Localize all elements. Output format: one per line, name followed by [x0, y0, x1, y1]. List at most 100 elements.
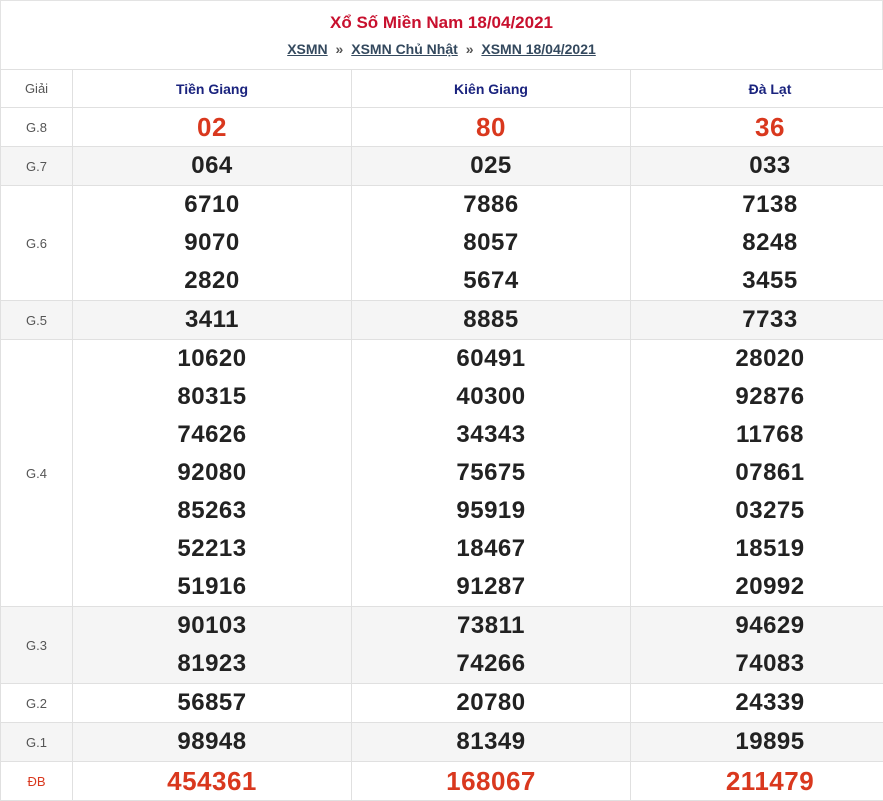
lottery-number: 60491	[456, 345, 526, 372]
lottery-number: 40300	[456, 383, 526, 410]
prize-label: G.1	[0, 722, 73, 762]
lottery-number: 91287	[456, 573, 526, 600]
breadcrumb-separator: »	[335, 41, 344, 57]
lottery-number: 033	[749, 152, 791, 179]
table-row: G.4 10620 80315 74626 92080 85263 52213 51916 60…	[0, 339, 883, 607]
results-page: Xổ Số Miền Nam 18/04/2021 XSMN » XSMN Ch…	[0, 0, 883, 801]
breadcrumb-xsmn-sunday-link[interactable]: XSMN Chủ Nhật	[351, 41, 458, 57]
result-cell-tien-giang: 10620 80315 74626 92080 85263 52213 51916	[72, 339, 352, 607]
result-cell-tien-giang: 98948	[72, 722, 352, 762]
lottery-number: 80315	[177, 383, 247, 410]
breadcrumb-xsmn-link[interactable]: XSMN	[287, 41, 327, 57]
results-table: Giải Tiền Giang Kiên Giang Đà Lạt G.8 02 8…	[0, 69, 883, 801]
prize-label: G.7	[0, 146, 73, 186]
lottery-number: 3455	[742, 267, 798, 294]
prize-label: ĐB	[0, 761, 73, 801]
table-row: G.6 6710 9070 2820 7886 8057 5674 7138 8248 3455	[0, 185, 883, 301]
result-cell-kien-giang: 60491 40300 34343 75675 95919 18467 91287	[351, 339, 631, 607]
breadcrumb: XSMN » XSMN Chủ Nhật » XSMN 18/04/2021	[1, 40, 882, 58]
result-cell-tien-giang: 90103 81923	[72, 606, 352, 684]
lottery-number: 98948	[177, 728, 247, 755]
lottery-number: 8248	[742, 229, 798, 256]
result-cell-da-lat: 24339	[630, 683, 883, 723]
table-row: G.5 3411 8885 7733	[0, 300, 883, 340]
result-cell-kien-giang: 8885	[351, 300, 631, 340]
result-cell-kien-giang: 81349	[351, 722, 631, 762]
table-row: G.2 56857 20780 24339	[0, 683, 883, 723]
province-header-kien-giang[interactable]: Kiên Giang	[351, 69, 631, 108]
lottery-number: 8885	[463, 306, 519, 333]
table-row: ĐB 454361 168067 211479	[0, 761, 883, 801]
result-cell-kien-giang: 025	[351, 146, 631, 186]
result-cell-da-lat: 211479	[630, 761, 883, 801]
lottery-number: 95919	[456, 497, 526, 524]
lottery-number: 81349	[456, 728, 526, 755]
result-cell-kien-giang: 73811 74266	[351, 606, 631, 684]
table-row: G.3 90103 81923 73811 74266 94629 74083	[0, 606, 883, 684]
lottery-number: 11768	[736, 421, 804, 448]
result-cell-kien-giang: 80	[351, 107, 631, 147]
result-cell-tien-giang: 454361	[72, 761, 352, 801]
table-header-row: Giải Tiền Giang Kiên Giang Đà Lạt	[0, 69, 883, 108]
lottery-number: 74083	[735, 650, 805, 677]
lottery-number: 168067	[446, 766, 536, 796]
lottery-number: 73811	[457, 612, 525, 639]
lottery-number: 36	[755, 112, 785, 142]
lottery-number: 7886	[463, 191, 519, 218]
lottery-number: 85263	[177, 497, 247, 524]
lottery-number: 24339	[735, 689, 805, 716]
result-cell-tien-giang: 56857	[72, 683, 352, 723]
result-cell-da-lat: 19895	[630, 722, 883, 762]
lottery-number: 74266	[456, 650, 526, 677]
table-row: G.7 064 025 033	[0, 146, 883, 186]
breadcrumb-separator: »	[465, 41, 474, 57]
result-cell-da-lat: 94629 74083	[630, 606, 883, 684]
prize-label: G.4	[0, 339, 73, 607]
lottery-number: 18519	[735, 535, 805, 562]
page-title: Xổ Số Miền Nam 18/04/2021	[330, 13, 553, 32]
result-cell-da-lat: 36	[630, 107, 883, 147]
lottery-number: 10620	[177, 345, 247, 372]
province-header-tien-giang[interactable]: Tiền Giang	[72, 69, 352, 108]
lottery-number: 454361	[167, 766, 257, 796]
lottery-number: 8057	[463, 229, 519, 256]
lottery-number: 9070	[184, 229, 240, 256]
result-cell-da-lat: 28020 92876 11768 07861 03275 18519 20992	[630, 339, 883, 607]
lottery-number: 20780	[456, 689, 526, 716]
lottery-number: 6710	[184, 191, 240, 218]
lottery-number: 2820	[184, 267, 240, 294]
lottery-number: 75675	[456, 459, 526, 486]
result-cell-da-lat: 7138 8248 3455	[630, 185, 883, 301]
lottery-number: 025	[470, 152, 512, 179]
prize-label: G.5	[0, 300, 73, 340]
lottery-number: 34343	[456, 421, 526, 448]
result-cell-tien-giang: 064	[72, 146, 352, 186]
lottery-number: 03275	[735, 497, 805, 524]
lottery-number: 02	[197, 112, 227, 142]
lottery-number: 52213	[177, 535, 247, 562]
lottery-number: 19895	[735, 728, 805, 755]
lottery-number: 5674	[463, 267, 519, 294]
results-table-body: G.8 02 80 36 G.7 064 025 033 G.6 6710 9070 2820 7886…	[0, 107, 883, 801]
lottery-number: 56857	[177, 689, 247, 716]
result-cell-kien-giang: 20780	[351, 683, 631, 723]
table-row: G.1 98948 81349 19895	[0, 722, 883, 762]
breadcrumb-xsmn-date-link[interactable]: XSMN 18/04/2021	[481, 41, 595, 57]
result-cell-kien-giang: 7886 8057 5674	[351, 185, 631, 301]
result-cell-da-lat: 7733	[630, 300, 883, 340]
prize-label: G.6	[0, 185, 73, 301]
province-header-da-lat[interactable]: Đà Lạt	[630, 69, 883, 108]
lottery-number: 18467	[456, 535, 526, 562]
prize-column-header: Giải	[0, 69, 73, 108]
prize-label: G.3	[0, 606, 73, 684]
lottery-number: 74626	[177, 421, 247, 448]
lottery-number: 3411	[184, 306, 240, 333]
lottery-number: 07861	[735, 459, 805, 486]
results-header: Xổ Số Miền Nam 18/04/2021 XSMN » XSMN Ch…	[0, 0, 883, 69]
lottery-number: 20992	[735, 573, 805, 600]
prize-label: G.8	[0, 107, 73, 147]
result-cell-tien-giang: 3411	[72, 300, 352, 340]
lottery-number: 92080	[177, 459, 247, 486]
result-cell-tien-giang: 02	[72, 107, 352, 147]
lottery-number: 81923	[177, 650, 247, 677]
